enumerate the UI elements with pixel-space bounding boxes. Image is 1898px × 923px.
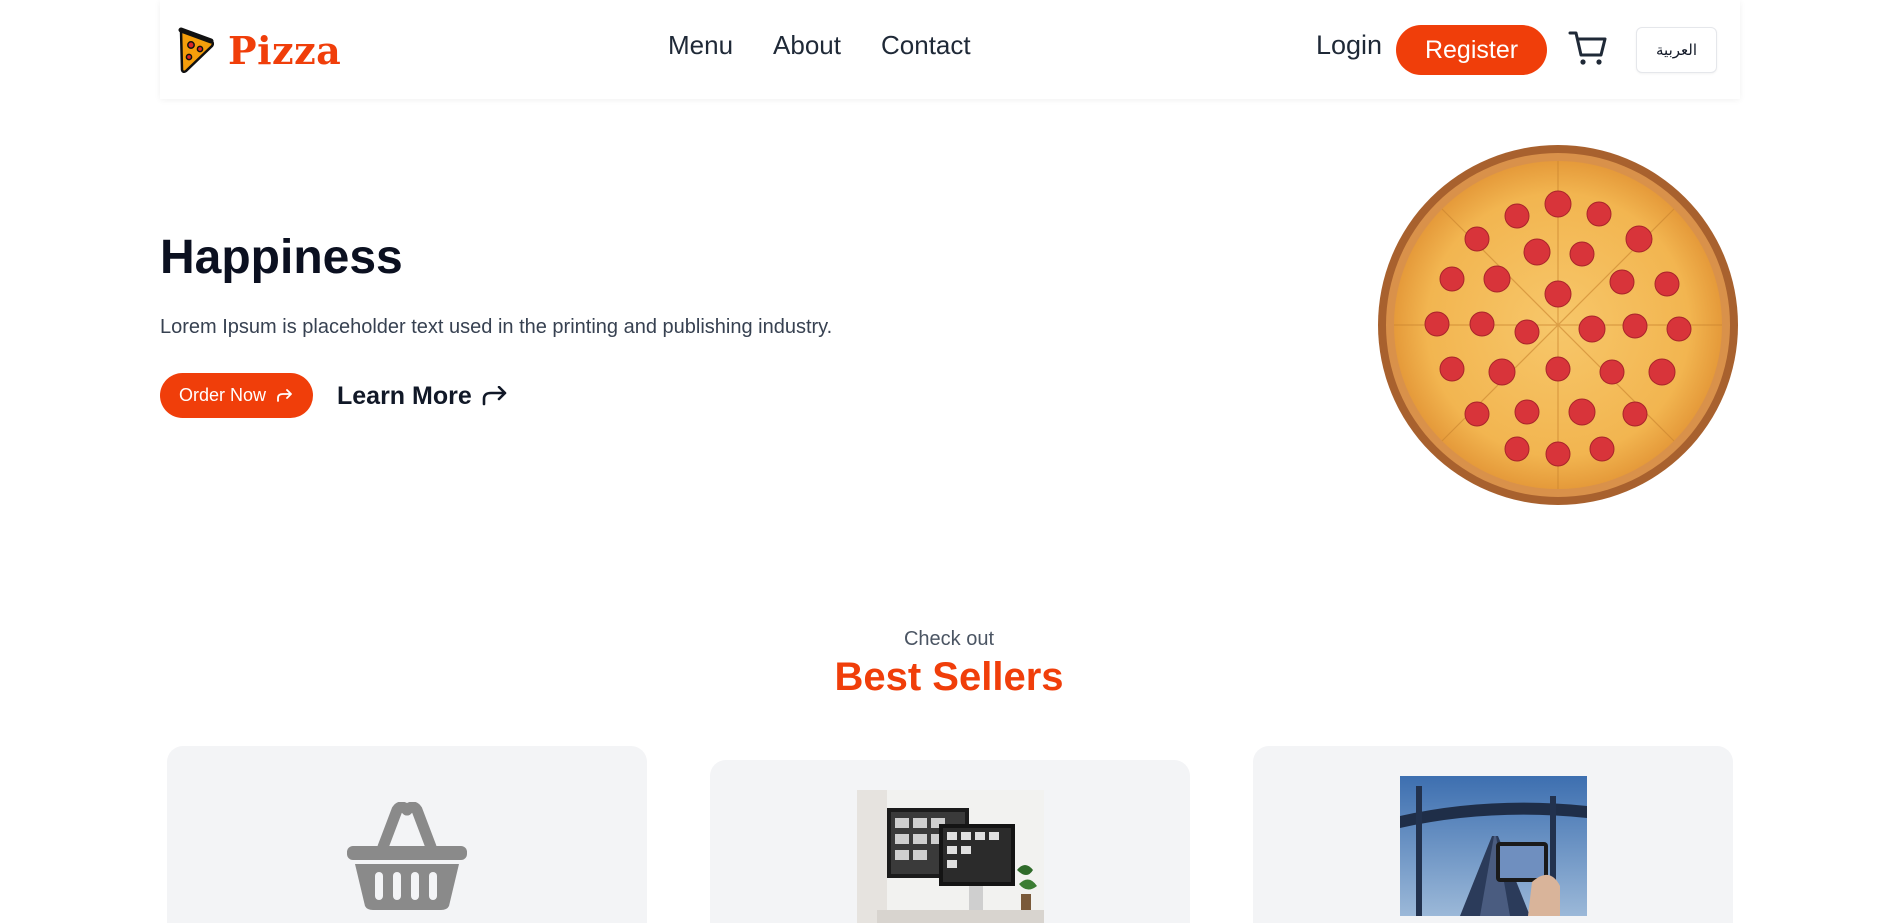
product-card[interactable] — [710, 760, 1190, 923]
basket-icon — [347, 802, 467, 910]
product-card[interactable] — [1253, 746, 1733, 923]
hero-title: Happiness — [160, 231, 403, 284]
computer-monitors-photo — [857, 790, 1044, 923]
forward-arrow-icon — [482, 386, 507, 406]
brand-logo[interactable]: Pizza — [178, 24, 341, 76]
pepperoni-pizza-image — [1378, 145, 1738, 505]
nav-contact-link[interactable]: Contact — [881, 30, 971, 61]
product-card[interactable] — [167, 746, 647, 923]
pizza-slice-icon — [178, 27, 214, 73]
best-sellers-title: Best Sellers — [834, 655, 1064, 699]
main-nav: Menu About Contact — [668, 30, 971, 61]
learn-more-label: Learn More — [337, 381, 472, 410]
nav-about-link[interactable]: About — [773, 30, 841, 61]
phone-bridge-photo — [1400, 776, 1587, 916]
cart-icon[interactable] — [1568, 28, 1608, 68]
learn-more-button[interactable]: Learn More — [337, 378, 508, 414]
section-kicker: Check out — [903, 628, 995, 650]
order-now-label: Order Now — [178, 385, 267, 405]
language-switch-button[interactable]: العربية — [1636, 27, 1717, 73]
nav-menu-link[interactable]: Menu — [668, 30, 733, 61]
login-link[interactable]: Login — [1316, 30, 1382, 61]
forward-arrow-icon — [277, 388, 292, 402]
order-now-button[interactable]: Order Now — [160, 373, 313, 418]
brand-name: Pizza — [228, 27, 342, 73]
register-button[interactable]: Register — [1396, 25, 1547, 75]
hero-description: Lorem Ipsum is placeholder text used in … — [160, 316, 833, 338]
site-header: Pizza Menu About Contact Login Register … — [160, 0, 1740, 99]
